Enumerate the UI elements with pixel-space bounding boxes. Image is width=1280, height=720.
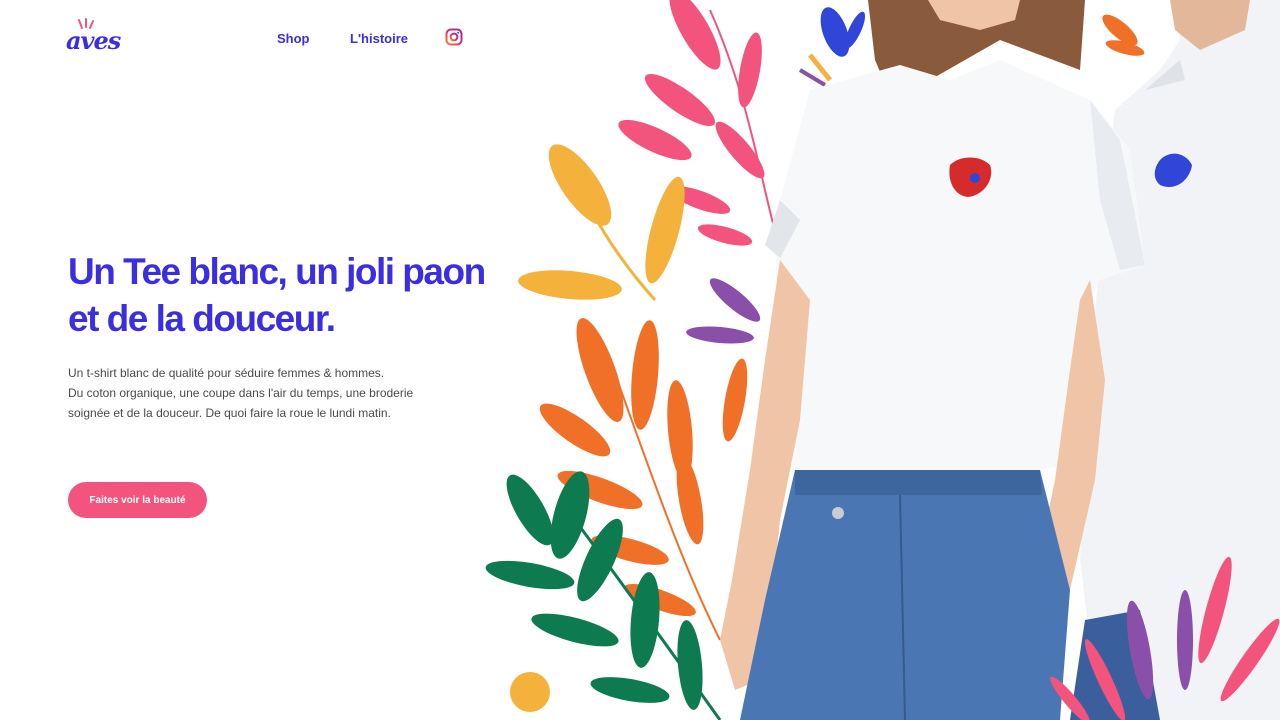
description-line: soignée et de la douceur. De quoi faire … <box>68 406 391 420</box>
nav-histoire-link[interactable]: L'histoire <box>350 31 408 46</box>
pink-leaves-illustration <box>618 0 781 251</box>
orange-leaves-top-illustration <box>1102 14 1145 56</box>
yellow-dot-decoration <box>510 672 550 712</box>
nav-shop-link[interactable]: Shop <box>277 31 310 46</box>
cta-button[interactable]: Faites voir la beauté <box>68 482 207 518</box>
description-line: Un t-shirt blanc de qualité pour séduire… <box>68 366 385 380</box>
purple-leaves-illustration <box>686 278 761 344</box>
brand-logo[interactable]: aves <box>66 18 121 58</box>
hero-illustration <box>485 0 1280 720</box>
description-line: Du coton organique, une coupe dans l'air… <box>68 386 414 400</box>
instagram-link[interactable] <box>445 28 463 46</box>
model-woman-photo <box>720 0 1145 720</box>
hero-description: Un t-shirt blanc de qualité pour séduire… <box>68 363 448 423</box>
yellow-leaves-illustration <box>518 144 685 302</box>
hero-image <box>480 0 1280 720</box>
blue-leaves-illustration <box>798 7 866 87</box>
instagram-icon <box>445 28 463 46</box>
hero-headline: Un Tee blanc, un joli paon et de la douc… <box>68 251 486 339</box>
brand-name: aves <box>66 26 121 55</box>
